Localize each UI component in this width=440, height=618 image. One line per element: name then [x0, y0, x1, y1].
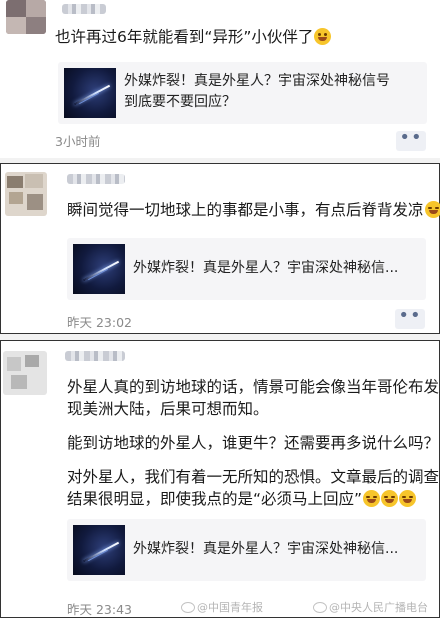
crying-laugh-emoji: [399, 490, 417, 507]
comment-text: 瞬间觉得一切地球上的事都是小事，有点后脊背发凉: [67, 198, 440, 223]
watermark: @中国青年报: [181, 599, 263, 615]
more-options-button[interactable]: ••: [395, 307, 425, 329]
comment-post-1: 也许再过6年就能看到“异形”小伙伴了 外媒炸裂！真是外星人？宇宙深处神秘信号 到…: [0, 0, 440, 158]
username-blurred[interactable]: [67, 174, 125, 184]
username-blurred[interactable]: [62, 4, 106, 14]
avatar[interactable]: [3, 351, 47, 395]
comment-text-line: 对外星人，我们有着一无所知的恐惧。文章最后的调查: [67, 468, 440, 486]
comment-text: 也许再过6年就能看到“异形”小伙伴了: [55, 25, 428, 50]
comment-text-line: 结果很明显，即使我点的是“必须马上回应”: [67, 488, 427, 510]
article-card-title: 外媒炸裂！真是外星人？宇宙深处神秘信...: [133, 260, 399, 276]
weibo-logo-icon: [313, 602, 327, 613]
post-time: 昨天 23:43: [67, 602, 132, 617]
crying-laugh-emoji: [381, 490, 399, 507]
watermark: @中央人民广播电台: [313, 599, 428, 615]
article-thumbnail: [73, 525, 125, 575]
comment-post-3: 外星人真的到访地球的话，情景可能会像当年哥伦布发 现美洲大陆，后果可想而知。 能…: [0, 340, 440, 618]
more-options-button[interactable]: ••: [396, 129, 426, 151]
article-thumbnail: [73, 244, 125, 294]
avatar[interactable]: [5, 172, 47, 216]
comment-text-line: 外星人真的到访地球的话，情景可能会像当年哥伦布发: [67, 378, 440, 396]
weibo-logo-icon: [181, 602, 195, 613]
comment-text: 外星人真的到访地球的话，情景可能会像当年哥伦布发 现美洲大陆，后果可想而知。 能…: [67, 376, 440, 510]
comment-text-line: 现美洲大陆，后果可想而知。: [67, 400, 269, 418]
post-time: 昨天 23:02: [67, 315, 132, 330]
comment-text-line: 瞬间觉得一切地球上的事都是小事，有点后脊背发凉: [67, 201, 424, 219]
article-card-title: 外媒炸裂！真是外星人？宇宙深处神秘信号: [124, 73, 390, 89]
article-card[interactable]: 外媒炸裂！真是外星人？宇宙深处神秘信...: [67, 519, 426, 581]
article-card[interactable]: 外媒炸裂！真是外星人？宇宙深处神秘信...: [67, 238, 426, 300]
article-card-title: 到底要不要回应？: [124, 94, 236, 110]
comment-text-line: 能到访地球的外星人，谁更牛？还需要再多说什么吗？: [67, 434, 440, 452]
avatar[interactable]: [6, 0, 46, 34]
comment-text-line: 也许再过6年就能看到“异形”小伙伴了: [55, 28, 314, 46]
article-thumbnail: [64, 68, 116, 118]
crying-laugh-emoji: [363, 490, 381, 507]
username-blurred[interactable]: [65, 351, 125, 361]
article-card[interactable]: 外媒炸裂！真是外星人？宇宙深处神秘信号 到底要不要回应？: [58, 62, 427, 124]
comment-post-2: 瞬间觉得一切地球上的事都是小事，有点后脊背发凉 外媒炸裂！真是外星人？宇宙深处神…: [0, 163, 440, 334]
crying-laugh-emoji: [424, 201, 440, 218]
grin-tongue-emoji: [314, 28, 332, 45]
article-card-title: 外媒炸裂！真是外星人？宇宙深处神秘信...: [133, 541, 399, 557]
post-time: 3小时前: [55, 134, 101, 149]
